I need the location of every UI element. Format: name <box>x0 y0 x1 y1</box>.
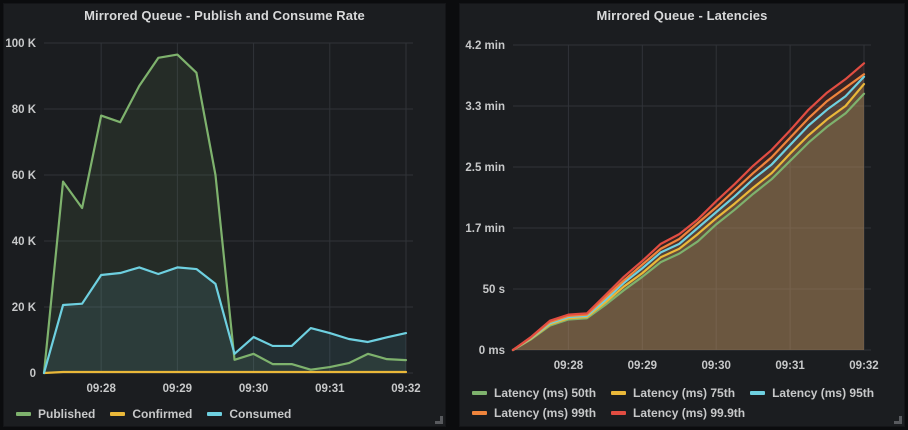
legend-color-dash <box>750 391 765 395</box>
x-tick-label: 09:32 <box>391 383 420 395</box>
panel-resize-handle[interactable] <box>894 416 902 424</box>
legend-label: Latency (ms) 95th <box>772 386 874 400</box>
y-tick-label: 100 K <box>5 38 36 50</box>
legend-label: Confirmed <box>132 407 192 421</box>
legend-label: Latency (ms) 99th <box>494 406 596 420</box>
legend: Latency (ms) 50th Latency (ms) 75th Late… <box>472 385 894 420</box>
y-tick-label: 60 K <box>12 170 37 182</box>
legend-color-dash <box>611 411 626 415</box>
legend-label: Consumed <box>229 407 291 421</box>
x-tick-label: 09:31 <box>775 360 805 372</box>
x-tick-label: 09:29 <box>628 360 657 372</box>
y-tick-label: 1.7 min <box>465 223 505 235</box>
panel-latencies: Mirrored Queue - Latencies 0 ms 50 s 1.7 m… <box>459 3 905 427</box>
panel-publish-consume-rate: Mirrored Queue - Publish and Consume Rat… <box>3 3 446 427</box>
legend-item-latency-95th[interactable]: Latency (ms) 95th <box>750 385 874 400</box>
series-line <box>44 372 406 373</box>
legend-item-latency-75th[interactable]: Latency (ms) 75th <box>611 385 735 400</box>
x-tick-label: 09:30 <box>701 360 730 372</box>
legend-label: Latency (ms) 99.9th <box>633 406 745 420</box>
y-tick-label: 50 s <box>483 284 505 296</box>
legend-color-dash <box>472 411 487 415</box>
legend-color-dash <box>611 391 626 395</box>
x-tick-label: 09:32 <box>849 360 878 372</box>
panel-title[interactable]: Mirrored Queue - Publish and Consume Rat… <box>4 8 445 23</box>
latencies-chart-canvas[interactable]: 0 ms 50 s 1.7 min 2.5 min 3.3 min 4.2 min 09:2… <box>460 4 906 428</box>
legend-item-latency-99th[interactable]: Latency (ms) 99th <box>472 405 596 420</box>
x-tick-label: 09:31 <box>315 383 345 395</box>
y-tick-label: 3.3 min <box>465 101 505 113</box>
publish-consume-chart-canvas[interactable]: 0 20 K 40 K 60 K 80 K 100 K 09:28 09:29 09:30 09:… <box>4 4 447 428</box>
legend-item-latency-99-9th[interactable]: Latency (ms) 99.9th <box>611 405 745 420</box>
y-tick-label: 2.5 min <box>465 162 505 174</box>
y-tick-label: 20 K <box>12 302 37 314</box>
x-tick-label: 09:30 <box>239 383 268 395</box>
legend-label: Latency (ms) 50th <box>494 386 596 400</box>
legend-color-dash <box>16 412 31 416</box>
panel-title[interactable]: Mirrored Queue - Latencies <box>460 8 904 23</box>
y-tick-label: 4.2 min <box>465 40 505 52</box>
legend-color-dash <box>472 391 487 395</box>
legend: Published Confirmed Consumed <box>16 406 435 421</box>
legend-label: Latency (ms) 75th <box>633 386 735 400</box>
x-tick-label: 09:29 <box>163 383 192 395</box>
y-tick-label: 40 K <box>12 236 37 248</box>
legend-item-consumed[interactable]: Consumed <box>207 406 291 421</box>
x-tick-label: 09:28 <box>554 360 584 372</box>
y-tick-label: 0 ms <box>479 345 505 357</box>
legend-color-dash <box>207 412 222 416</box>
y-tick-label: 0 <box>30 368 36 380</box>
legend-item-published[interactable]: Published <box>16 406 95 421</box>
legend-label: Published <box>38 407 95 421</box>
legend-item-latency-50th[interactable]: Latency (ms) 50th <box>472 385 596 400</box>
legend-item-confirmed[interactable]: Confirmed <box>110 406 192 421</box>
legend-color-dash <box>110 412 125 416</box>
panel-resize-handle[interactable] <box>435 416 443 424</box>
x-tick-label: 09:28 <box>86 383 116 395</box>
y-tick-label: 80 K <box>12 104 37 116</box>
